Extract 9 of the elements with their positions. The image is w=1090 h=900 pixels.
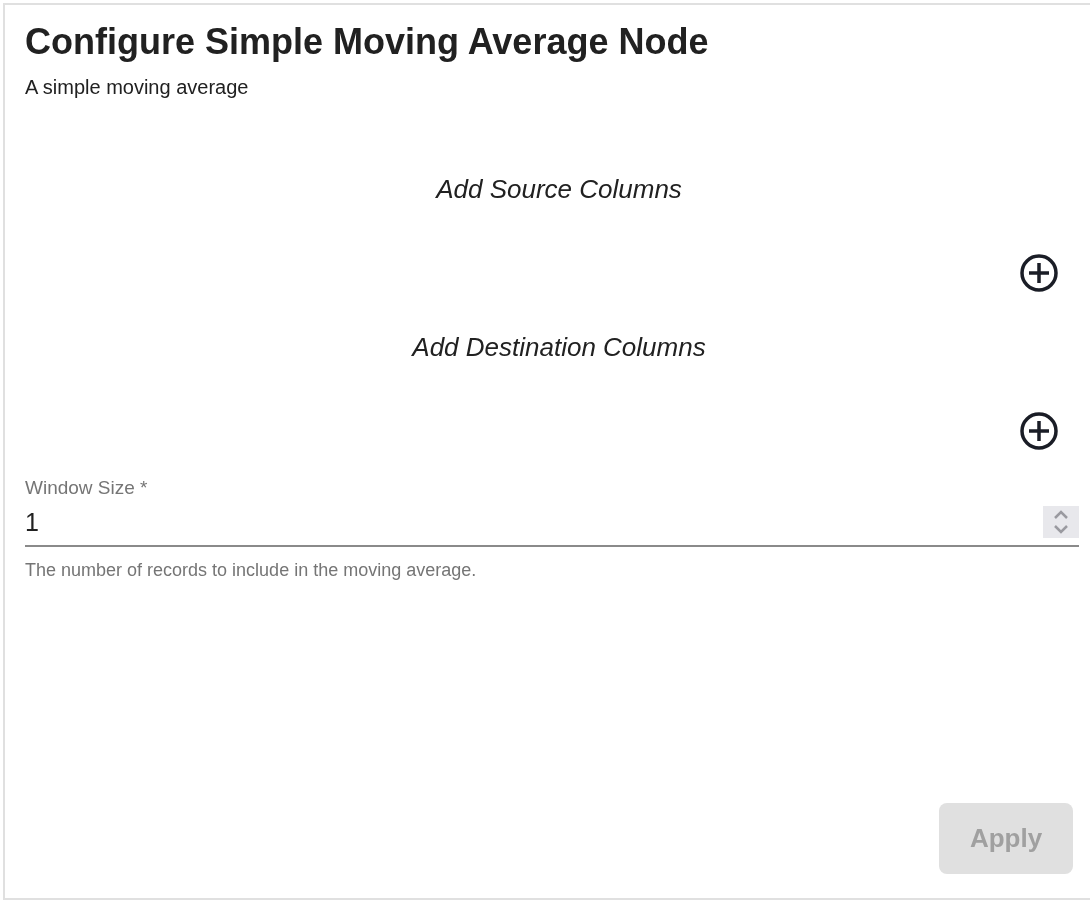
dialog-description: A simple moving average [25,75,250,99]
add-icon[interactable] [1019,411,1059,451]
add-icon[interactable] [1019,253,1059,293]
section-heading: Add Source Columns [436,173,682,205]
window-size-field[interactable]: 1 [25,507,1043,537]
field-label: Window Size * [25,477,148,499]
helper-text: The number of records to include in the moving average. [25,559,477,581]
dialog-title: Configure Simple Moving Average Node [25,20,710,64]
section-heading: Add Destination Columns [412,331,706,363]
